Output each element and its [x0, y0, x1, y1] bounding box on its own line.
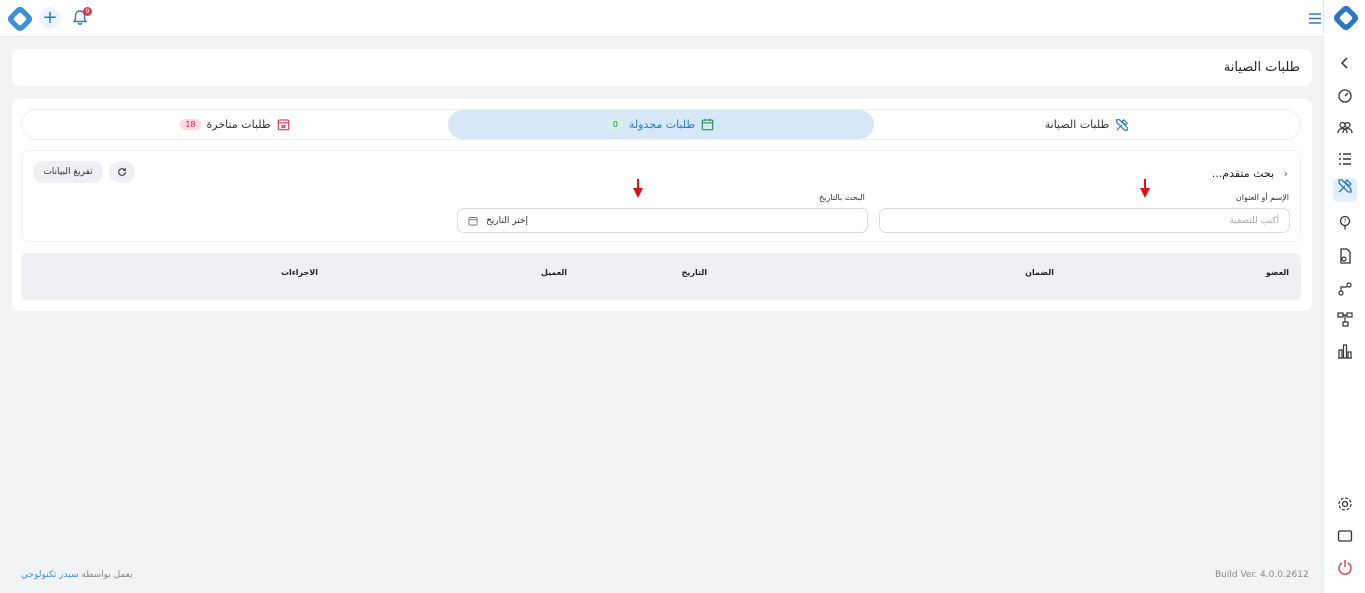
- clear-data-button[interactable]: تفريغ البيانات: [33, 161, 103, 183]
- column-header-actions: الاجراءات: [280, 268, 318, 277]
- workflow-icon[interactable]: [1337, 281, 1353, 297]
- calendar-x-icon: [277, 119, 289, 131]
- logout-power-icon[interactable]: [1337, 559, 1353, 575]
- advanced-search-toggle[interactable]: ‹ بحث متقدم...: [1212, 167, 1288, 180]
- tab-overdue-requests[interactable]: طلبات متاخرة 18: [22, 110, 448, 139]
- notification-count-badge: 9: [83, 7, 92, 16]
- refresh-button[interactable]: [109, 161, 135, 183]
- column-header-date: التاريخ: [681, 268, 707, 277]
- reports-chart-icon[interactable]: [1337, 343, 1353, 359]
- advanced-search-label: بحث متقدم...: [1211, 167, 1275, 180]
- collapse-chevron-icon[interactable]: [1337, 55, 1353, 71]
- build-version: Build Ver. 4.0.0.2612: [1215, 570, 1309, 580]
- hamburger-icon: [1309, 12, 1321, 24]
- footer-powered-by: يعمل بواسطة سيدر تكنولوجي: [21, 570, 133, 580]
- column-header-member: العضو: [1265, 268, 1289, 277]
- settings-gear-icon[interactable]: [1337, 496, 1353, 512]
- users-icon[interactable]: [1337, 119, 1353, 135]
- page-header-card: طلبات الصيانة: [12, 49, 1312, 86]
- table-header: العضو الضمان التاريخ العميل الاجراءات: [21, 253, 1301, 300]
- screen-icon[interactable]: [1337, 528, 1353, 544]
- refresh-icon: [118, 168, 126, 176]
- tab-label: طلبات الصيانة: [1044, 118, 1110, 131]
- support-question-icon[interactable]: ?: [1337, 215, 1353, 231]
- tab-scheduled-requests[interactable]: طلبات مجدولة 0: [448, 110, 874, 139]
- scheduled-count-badge: 0: [607, 119, 623, 130]
- document-icon[interactable]: [1337, 248, 1353, 264]
- date-filter-label: البحث بالتاريخ: [819, 193, 865, 202]
- name-filter-label: الإسم أو العنوان: [1235, 193, 1289, 202]
- brand-logo-icon: [1331, 3, 1361, 33]
- tools-icon: [1116, 118, 1129, 131]
- chevron-left-icon: ‹: [1283, 167, 1288, 180]
- add-button[interactable]: +: [39, 7, 61, 29]
- plus-icon: +: [39, 7, 61, 29]
- menu-toggle-button[interactable]: [1308, 11, 1322, 25]
- name-search-input[interactable]: أكتب للتصفية: [879, 208, 1290, 233]
- date-picker-input[interactable]: إختر التاريخ: [457, 208, 868, 233]
- app-logo-icon: [5, 4, 35, 34]
- tab-label: طلبات متاخرة: [206, 118, 271, 131]
- date-placeholder: إختر التاريخ: [486, 215, 528, 226]
- annotation-arrow: [633, 179, 643, 198]
- page-title: طلبات الصيانة: [1223, 60, 1300, 75]
- list-icon[interactable]: [1337, 151, 1353, 167]
- tab-maintenance-requests[interactable]: طلبات الصيانة: [874, 110, 1300, 139]
- hierarchy-icon[interactable]: [1337, 311, 1353, 327]
- top-bar: + 9: [0, 0, 1365, 37]
- dashboard-gauge-icon[interactable]: [1337, 87, 1353, 103]
- notifications-button[interactable]: 9: [72, 7, 92, 27]
- calendar-icon: [468, 216, 478, 225]
- annotation-arrow: [1140, 179, 1150, 198]
- column-header-client: العميل: [540, 268, 567, 277]
- powered-by-link[interactable]: سيدر تكنولوجي: [21, 570, 79, 580]
- maintenance-tools-icon[interactable]: [1333, 178, 1357, 202]
- powered-by-text: يعمل بواسطة: [81, 570, 133, 580]
- overdue-count-badge: 18: [180, 119, 201, 130]
- sidebar: ?: [1323, 0, 1365, 593]
- advanced-search-panel: ‹ بحث متقدم... تفريغ البيانات الإسم أو ا…: [21, 150, 1301, 242]
- calendar-icon: [701, 118, 714, 131]
- tab-label: طلبات مجدولة: [628, 118, 696, 131]
- tabs-bar: طلبات الصيانة طلبات مجدولة 0 طلبات متاخر…: [21, 109, 1301, 140]
- svg-text:?: ?: [1343, 218, 1346, 225]
- column-header-warranty: الضمان: [1025, 268, 1054, 277]
